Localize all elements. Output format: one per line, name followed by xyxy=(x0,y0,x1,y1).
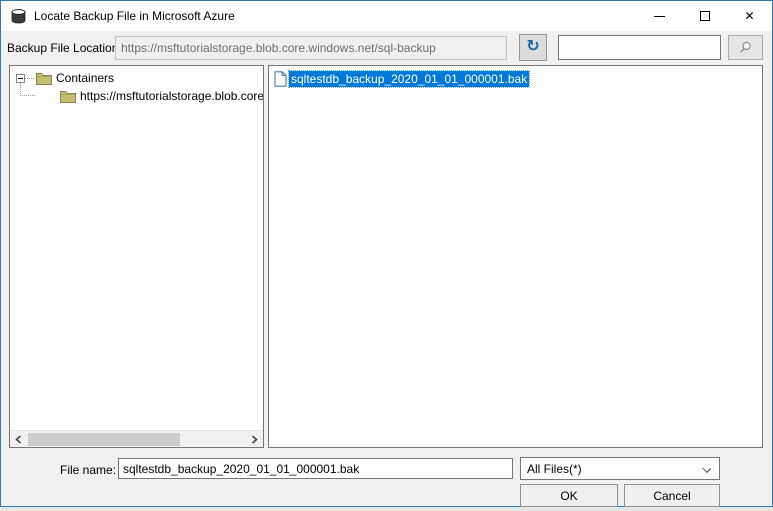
folder-icon xyxy=(36,72,52,85)
scroll-right-button[interactable] xyxy=(246,431,263,447)
dialog-window: Locate Backup File in Microsoft Azure ✕ … xyxy=(0,0,773,507)
selected-file-name: sqltestdb_backup_2020_01_01_000001.bak xyxy=(287,70,531,88)
horizontal-scrollbar[interactable] xyxy=(10,430,263,447)
chevron-down-icon xyxy=(702,464,711,473)
minimize-button[interactable] xyxy=(637,1,682,31)
file-icon xyxy=(274,71,287,87)
cancel-button[interactable]: Cancel xyxy=(624,484,720,507)
backup-location-field[interactable] xyxy=(115,36,507,60)
background-window-strip xyxy=(0,507,773,511)
file-type-dropdown[interactable]: All Files(*) xyxy=(520,457,720,480)
search-button[interactable] xyxy=(728,35,763,60)
tree-dots xyxy=(25,77,34,79)
title-bar[interactable]: Locate Backup File in Microsoft Azure ✕ xyxy=(1,1,772,31)
file-list-panel: sqltestdb_backup_2020_01_01_000001.bak xyxy=(268,65,763,448)
folder-icon xyxy=(60,90,76,103)
close-button[interactable]: ✕ xyxy=(727,1,772,31)
database-icon xyxy=(11,8,26,23)
file-list-item[interactable]: sqltestdb_backup_2020_01_01_000001.bak xyxy=(274,70,531,88)
file-name-input[interactable] xyxy=(118,458,513,479)
ok-button[interactable]: OK xyxy=(520,484,618,507)
location-toolbar: Backup File Location ↻ xyxy=(1,32,772,64)
screen: Locate Backup File in Microsoft Azure ✕ … xyxy=(0,0,773,511)
maximize-button[interactable] xyxy=(682,1,727,31)
scrollbar-thumb[interactable] xyxy=(28,433,180,446)
scroll-left-button[interactable] xyxy=(10,431,27,447)
tree-node-storage-url[interactable]: https://msftutorialstorage.blob.core.win… xyxy=(58,89,264,103)
maximize-icon xyxy=(699,11,710,21)
chevron-left-icon xyxy=(15,435,22,444)
tree-node-label: https://msftutorialstorage.blob.core.win… xyxy=(80,89,264,103)
search-input[interactable] xyxy=(558,35,721,60)
containers-tree-panel: Containers https://msftutorialstorage.bl… xyxy=(9,65,264,448)
file-name-label: File name: xyxy=(60,463,117,477)
collapse-icon[interactable] xyxy=(16,73,25,83)
tree-node-label: Containers xyxy=(56,71,115,85)
close-icon: ✕ xyxy=(744,9,755,23)
window-title: Locate Backup File in Microsoft Azure xyxy=(34,9,235,23)
window-controls: ✕ xyxy=(637,1,772,31)
chevron-right-icon xyxy=(251,435,258,444)
refresh-icon: ↻ xyxy=(526,37,540,55)
file-type-value: All Files(*) xyxy=(527,461,582,476)
backup-location-label: Backup File Location xyxy=(7,41,119,55)
tree-node-containers[interactable]: Containers xyxy=(16,71,114,85)
minimize-icon xyxy=(654,15,665,17)
refresh-button[interactable]: ↻ xyxy=(519,34,547,61)
search-icon xyxy=(740,41,751,53)
